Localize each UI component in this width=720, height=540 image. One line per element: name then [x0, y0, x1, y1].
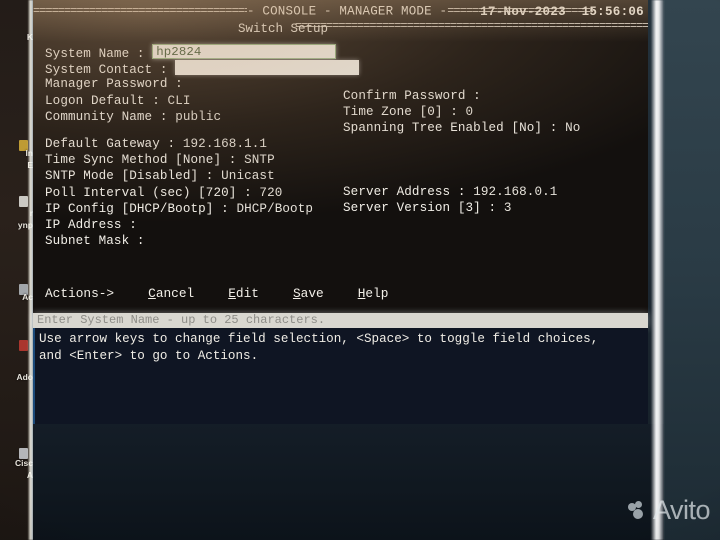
field-value: 720	[259, 185, 283, 200]
actions-prompt: Actions->	[45, 286, 115, 301]
field-default-gateway[interactable]: Default Gateway : 192.168.1.1	[45, 136, 359, 152]
photo-of-monitor: K In E r ynp Ac Ado Cisc A =============…	[0, 0, 720, 540]
field-label: Time Zone [0] :	[343, 105, 466, 120]
field-label: Server Version [3] :	[343, 201, 504, 216]
field-label: Poll Interval (sec) [720] :	[45, 185, 260, 200]
field-label: Default Gateway :	[45, 136, 183, 151]
field-server-address[interactable]: Server Address : 192.168.0.1	[343, 184, 557, 200]
avito-logo-icon	[627, 500, 650, 521]
field-confirm-password[interactable]: Confirm Password :	[343, 88, 580, 104]
avito-watermark: Avito	[627, 495, 711, 526]
help-line-1: Use arrow keys to change field selection…	[39, 332, 599, 346]
console-time: 15:56:06	[581, 5, 644, 19]
action-label-rest: dit	[235, 286, 259, 301]
field-label: SNTP Mode [Disabled] :	[45, 169, 222, 184]
field-label: IP Config [DHCP/Bootp] :	[45, 201, 237, 216]
field-value: 3	[503, 201, 512, 216]
monitor-right-edge	[664, 0, 720, 540]
field-ip-config[interactable]: IP Config [DHCP/Bootp] : DHCP/Bootp	[45, 201, 359, 217]
action-cancel-button[interactable]: Cancel	[148, 286, 194, 301]
console-title-text: - CONSOLE - MANAGER MODE -	[247, 4, 448, 19]
screen-subtitle: Switch Setup	[237, 22, 328, 36]
action-label-rest: ave	[300, 286, 324, 301]
field-label: Subnet Mask :	[45, 234, 145, 249]
field-server-version[interactable]: Server Version [3] : 3	[343, 200, 557, 216]
action-edit-button[interactable]: Edit	[228, 286, 259, 301]
action-label-rest: ancel	[155, 286, 195, 301]
console-datetime: 17-Nov-2023 15:56:06	[480, 5, 644, 19]
field-time-sync-method[interactable]: Time Sync Method [None] : SNTP	[45, 152, 359, 168]
field-value: No	[565, 121, 581, 136]
field-label: Time Sync Method [None] :	[45, 153, 245, 168]
action-label-rest: elp	[365, 286, 389, 301]
field-sntp-mode[interactable]: SNTP Mode [Disabled] : Unicast	[45, 168, 359, 184]
field-label: System Contact :	[45, 63, 168, 78]
title-rule-left: ========================================	[33, 4, 247, 18]
action-help-button[interactable]: Help	[358, 286, 389, 301]
field-label: Community Name :	[45, 109, 176, 124]
field-value: DHCP/Bootp	[236, 201, 314, 216]
avito-watermark-text: Avito	[652, 495, 711, 525]
field-label: Confirm Password :	[343, 89, 481, 103]
system-name-input[interactable]: hp2824	[152, 44, 337, 59]
field-value: Unicast	[221, 169, 275, 184]
form-right-column: Confirm Password : Time Zone [0] : 0 Spa…	[343, 88, 580, 137]
field-system-name[interactable]: System Name : hp2824	[45, 44, 359, 61]
field-label: IP Address :	[45, 217, 137, 232]
field-time-zone[interactable]: Time Zone [0] : 0	[343, 104, 580, 120]
field-logon-default[interactable]: Logon Default : CLI	[45, 93, 359, 109]
screen-glare-vertical-bar	[651, 0, 664, 540]
field-label: Manager Password :	[45, 77, 183, 92]
field-value: 0	[465, 105, 474, 120]
field-poll-interval[interactable]: Poll Interval (sec) [720] : 720	[45, 185, 359, 201]
field-value: SNTP	[244, 153, 275, 168]
form-left-column: System Name : hp2824 System Contact : Ma…	[45, 44, 360, 249]
field-spanning-tree-enabled[interactable]: Spanning Tree Enabled [No] : No	[343, 120, 580, 136]
field-community-name[interactable]: Community Name : public	[45, 109, 359, 125]
action-save-button[interactable]: Save	[293, 286, 324, 301]
field-subnet-mask[interactable]: Subnet Mask :	[45, 233, 359, 249]
system-contact-input[interactable]	[175, 60, 360, 76]
switch-console-window: ========================================…	[33, 0, 648, 325]
help-line-2: and <Enter> to go to Actions.	[39, 348, 259, 363]
field-label: Logon Default :	[45, 93, 168, 108]
field-value: 192.168.0.1	[473, 185, 558, 199]
status-prompt-line: Enter System Name - up to 25 characters.	[33, 313, 648, 328]
desktop-icon-glyph	[19, 196, 28, 207]
action-mnemonic: S	[292, 286, 301, 301]
lower-desktop-area	[33, 424, 720, 540]
field-value: CLI	[167, 93, 191, 108]
actions-menu-bar: Actions-> Cancel Edit Save Help	[45, 286, 388, 301]
action-mnemonic: C	[148, 286, 156, 301]
field-label: Spanning Tree Enabled [No] :	[343, 121, 566, 136]
field-value: 192.168.1.1	[182, 136, 268, 151]
field-value: public	[175, 109, 222, 124]
field-ip-address[interactable]: IP Address :	[45, 217, 359, 233]
field-label: System Name :	[45, 47, 145, 61]
console-date: 17-Nov-2023	[480, 5, 566, 19]
action-mnemonic: E	[228, 286, 236, 301]
field-manager-password[interactable]: Manager Password :	[45, 76, 359, 92]
field-label: Server Address :	[343, 185, 474, 199]
help-pane: Use arrow keys to change field selection…	[33, 328, 648, 424]
desktop-icon-glyph	[19, 340, 28, 351]
form-right-column-server: Server Address : 192.168.0.1 Server Vers…	[343, 184, 557, 216]
field-system-contact[interactable]: System Contact :	[45, 60, 360, 78]
